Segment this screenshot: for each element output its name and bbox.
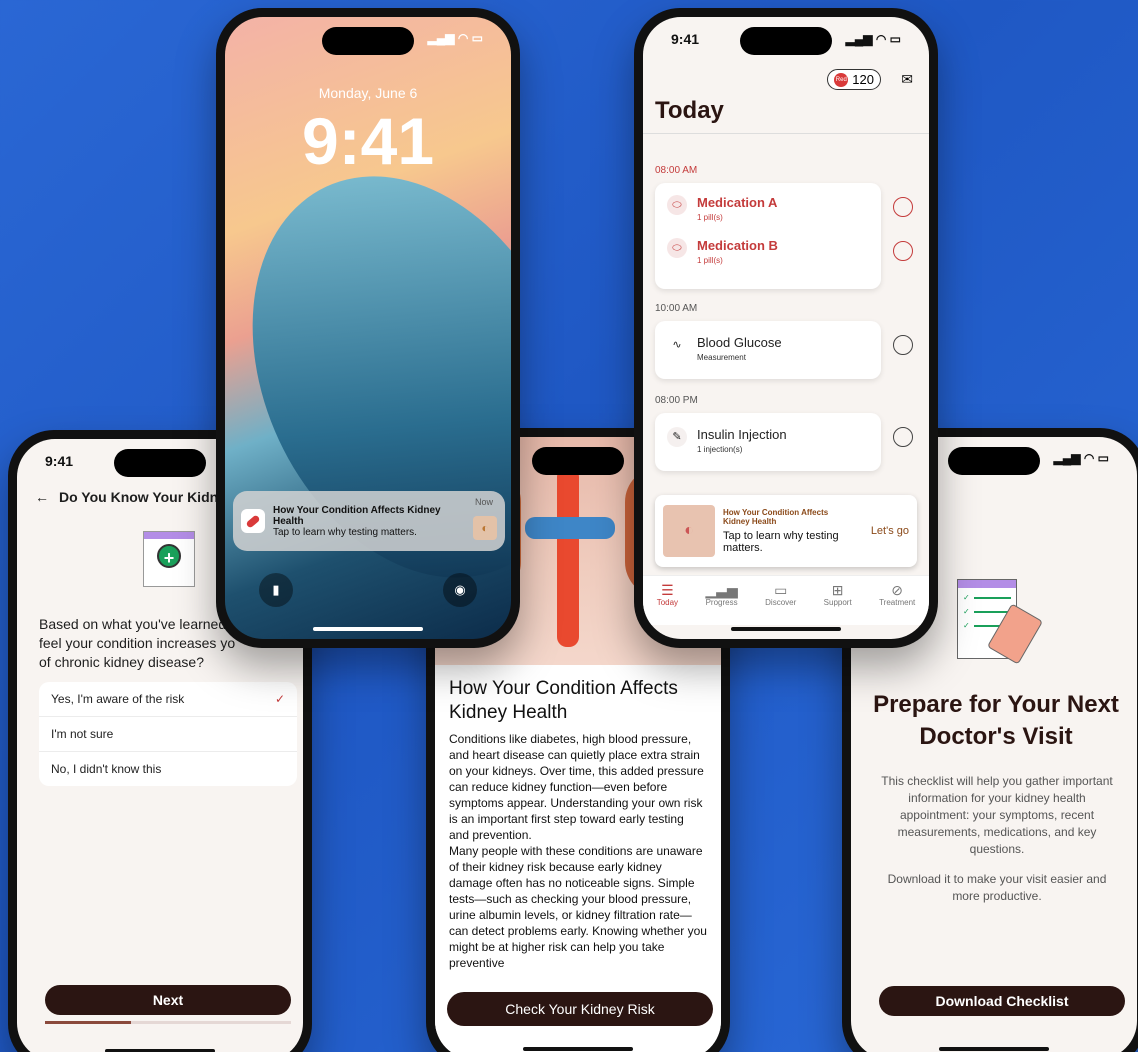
next-button[interactable]: Next	[45, 985, 291, 1015]
checklist-description-2: Download it to make your visit easier an…	[887, 872, 1107, 903]
notification-title: How Your Condition Affects Kidney Health	[273, 504, 441, 527]
today-screen: 9:41 ▂▄▆ ◠ ▭ Red 120 ✉ Today 08:00 AM ⬭ Med…	[643, 17, 929, 639]
status-time: 9:41	[671, 31, 700, 47]
tab-support[interactable]: ⊞ Support	[824, 576, 852, 625]
tab-discover[interactable]: ▭ Discover	[765, 576, 796, 625]
home-indicator[interactable]	[523, 1047, 633, 1051]
status-bar: ▂▄▆ ◠ ▭	[225, 31, 511, 45]
promo-body: Tap to learn why testing matters.	[723, 530, 839, 554]
medication-a-checkbox[interactable]	[893, 197, 913, 217]
check-kidney-risk-button[interactable]: Check Your Kidney Risk	[447, 992, 713, 1026]
checklist-icon: ✓ ✓ ✓	[957, 579, 1044, 665]
home-indicator[interactable]	[313, 627, 423, 631]
tab-bar: ☰ Today ▁▃▅ Progress ▭ Discover ⊞ Support ⊘ T…	[643, 575, 929, 625]
slot-time: 10:00 AM	[655, 303, 698, 314]
injection-card[interactable]: ✎ Insulin Injection 1 injection(s)	[655, 413, 881, 471]
lock-date: Monday, June 6	[318, 85, 418, 101]
home-indicator[interactable]	[939, 1047, 1049, 1051]
medication-card: ⬭ Medication A1 pill(s) ⬭ Medication B1 pi…	[655, 183, 881, 289]
quiz-header: ← Do You Know Your Kidne	[35, 489, 226, 505]
status-bar: 9:41	[17, 453, 303, 469]
signal-wifi-battery-icon: ▂▄▆ ◠ ▭	[845, 32, 901, 46]
quiz-options: Yes, I'm aware of the risk ✓ I'm not sure…	[39, 682, 297, 786]
option-not-sure[interactable]: I'm not sure	[39, 717, 297, 752]
tab-today[interactable]: ☰ Today	[657, 576, 678, 625]
option-did-not-know[interactable]: No, I didn't know this	[39, 752, 297, 786]
status-time: 9:41	[45, 453, 74, 469]
kidney-thumbnail: ◐	[473, 516, 497, 540]
checklist-title: Prepare for Your Next Doctor's Visit	[873, 691, 1119, 750]
flashlight-icon[interactable]: ▮	[259, 573, 293, 607]
syringe-icon: ✎	[667, 427, 687, 447]
medication-b-item[interactable]: ⬭ Medication B1 pill(s)	[655, 230, 881, 273]
signal-wifi-battery-icon: ▂▄▆ ◠ ▭	[1053, 451, 1109, 465]
medication-b-checkbox[interactable]	[893, 241, 913, 261]
mail-icon[interactable]: ✉	[901, 71, 913, 88]
pill-icon: ⬭	[667, 238, 687, 258]
article-title: How Your Condition Affects Kidney Health	[449, 678, 678, 723]
quiz-progress-bar	[45, 1021, 291, 1024]
page-title: Today	[655, 97, 724, 124]
wallpaper-wave	[225, 123, 511, 631]
pills-icon: ⊘	[891, 582, 904, 598]
notification-body: Tap to learn why testing matters.	[273, 526, 417, 538]
blood-glucose-checkbox[interactable]	[893, 335, 913, 355]
medication-a-item[interactable]: ⬭ Medication A1 pill(s)	[655, 183, 881, 230]
lockscreen-phone: ▂▄▆ ◠ ▭ Monday, June 6 9:41 How Your Con…	[216, 8, 520, 648]
camera-icon[interactable]: ◉	[443, 573, 477, 607]
dynamic-island	[532, 447, 624, 475]
medical-document-icon: +	[143, 531, 195, 587]
measurement-card[interactable]: ∿ Blood Glucose Measurement	[655, 321, 881, 379]
bar-chart-icon: ▁▃▅	[705, 582, 738, 598]
lets-go-link[interactable]: Let's go	[871, 525, 909, 537]
pill-icon: ⬭	[667, 195, 687, 215]
pill-app-icon	[241, 509, 265, 533]
back-arrow-icon[interactable]: ←	[35, 489, 49, 505]
medical-kit-icon: ⊞	[831, 582, 844, 598]
today-phone: 9:41 ▂▄▆ ◠ ▭ Red 120 ✉ Today 08:00 AM ⬭ Med…	[634, 8, 938, 648]
checklist-description: This checklist will help you gather impo…	[881, 774, 1113, 856]
option-aware[interactable]: Yes, I'm aware of the risk ✓	[39, 682, 297, 717]
article-promo-card[interactable]: ◐ How Your Condition Affects Kidney Heal…	[655, 495, 917, 567]
quiz-title: Do You Know Your Kidne	[59, 489, 226, 505]
signal-wifi-battery-icon: ▂▄▆ ◠ ▭	[427, 31, 483, 45]
points-badge[interactable]: Red 120	[827, 69, 881, 90]
article-paragraph-2: Many people with these conditions are un…	[449, 844, 707, 970]
slot-time: 08:00 PM	[655, 395, 698, 406]
insulin-checkbox[interactable]	[893, 427, 913, 447]
download-checklist-button[interactable]: Download Checklist	[879, 986, 1125, 1016]
book-icon: ▭	[774, 582, 788, 598]
checkmark-icon: ✓	[274, 692, 285, 706]
lock-time: 9:41	[301, 104, 435, 178]
pulse-icon: ∿	[667, 335, 687, 355]
status-bar: ▂▄▆ ◠ ▭	[851, 451, 1137, 465]
lockscreen: ▂▄▆ ◠ ▭ Monday, June 6 9:41 How Your Con…	[225, 17, 511, 639]
points-logo-icon: Red	[834, 72, 849, 87]
notification-time: Now	[474, 497, 493, 507]
notification[interactable]: How Your Condition Affects Kidney Health…	[233, 491, 505, 551]
points-count: 120	[852, 72, 874, 87]
home-indicator[interactable]	[731, 627, 841, 631]
promo-title: How Your Condition Affects Kidney Health	[723, 508, 829, 526]
status-bar: 9:41 ▂▄▆ ◠ ▭	[643, 31, 929, 47]
tab-progress[interactable]: ▁▃▅ Progress	[705, 576, 737, 625]
list-icon: ☰	[661, 582, 674, 598]
article-paragraph-1: Conditions like diabetes, high blood pre…	[449, 732, 704, 842]
divider	[643, 133, 929, 134]
slot-time: 08:00 AM	[655, 165, 698, 176]
tab-treatment[interactable]: ⊘ Treatment	[879, 576, 915, 625]
kidney-thumbnail: ◐	[663, 505, 715, 557]
